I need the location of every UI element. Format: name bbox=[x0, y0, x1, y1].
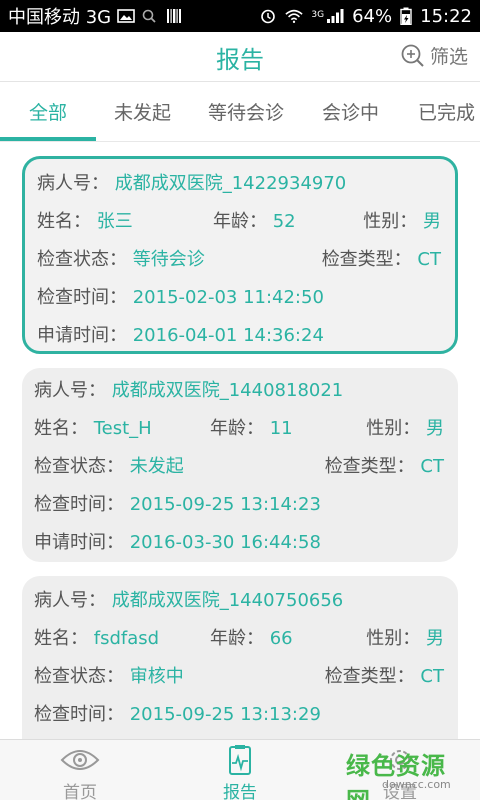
name-value: Test_H bbox=[93, 418, 152, 439]
tab-all[interactable]: 全部 bbox=[29, 98, 67, 125]
watermark-url: downcc.com bbox=[382, 778, 451, 791]
carrier-text: 中国移动 3G bbox=[8, 7, 112, 28]
age-value: 66 bbox=[269, 628, 293, 649]
check-status-label: 检查状态： bbox=[37, 249, 127, 270]
filter-label: 筛选 bbox=[429, 46, 468, 68]
name-label: 姓名： bbox=[37, 211, 91, 232]
network-type: 3G bbox=[311, 9, 325, 20]
patient-id-label: 病人号： bbox=[34, 380, 106, 401]
check-status-value: 等待会诊 bbox=[132, 249, 205, 270]
battery-percent: 64% bbox=[352, 5, 393, 27]
check-type-label: 检查类型： bbox=[324, 456, 415, 477]
check-type-value: CT bbox=[417, 249, 441, 270]
battery-charging-icon bbox=[400, 7, 412, 25]
tab-in-consult[interactable]: 会诊中 bbox=[322, 98, 379, 125]
patient-id-value: 成都成双医院_1440750656 bbox=[111, 590, 344, 611]
apply-time-label: 申请时间： bbox=[37, 325, 127, 346]
gender-label: 性别： bbox=[363, 211, 418, 232]
gender-label: 性别： bbox=[366, 418, 421, 439]
watermark: 绿色资源网 downcc.com bbox=[320, 742, 470, 800]
gender-value: 男 bbox=[426, 418, 444, 439]
gender-value: 男 bbox=[423, 211, 441, 232]
search-notification-icon bbox=[142, 9, 156, 23]
check-type-label: 检查类型： bbox=[324, 666, 415, 687]
patient-id-value: 成都成双医院_1422934970 bbox=[114, 173, 347, 194]
barcode-notification-icon bbox=[167, 9, 182, 23]
nav-home[interactable]: 首页 bbox=[0, 740, 160, 800]
filter-search-icon bbox=[401, 44, 424, 67]
patient-id-value: 成都成双医院_1440818021 bbox=[111, 380, 344, 401]
wifi-icon bbox=[285, 9, 304, 24]
check-time-value: 2015-02-03 11:42:50 bbox=[132, 287, 324, 308]
patient-id-label: 病人号： bbox=[34, 590, 106, 611]
check-status-label: 检查状态： bbox=[34, 666, 124, 687]
app-bar: 报告 筛选 bbox=[0, 32, 480, 82]
age-label: 年龄： bbox=[210, 628, 264, 649]
tab-not-initiated[interactable]: 未发起 bbox=[114, 98, 171, 125]
patient-id-label: 病人号： bbox=[37, 173, 109, 194]
name-value: fsdfasd bbox=[93, 628, 160, 649]
active-tab-indicator bbox=[0, 137, 96, 141]
eye-icon bbox=[60, 750, 100, 770]
check-time-value: 2015-09-25 13:14:23 bbox=[129, 494, 321, 515]
gender-value: 男 bbox=[426, 628, 444, 649]
age-label: 年龄： bbox=[210, 418, 264, 439]
filter-button[interactable]: 筛选 bbox=[400, 42, 468, 69]
age-value: 52 bbox=[272, 211, 296, 232]
alarm-clock-icon bbox=[261, 9, 276, 24]
nav-report[interactable]: 报告 bbox=[160, 740, 320, 800]
check-type-value: CT bbox=[420, 666, 444, 687]
signal-strength-icon bbox=[327, 9, 344, 23]
check-type-value: CT bbox=[420, 456, 444, 477]
report-card[interactable]: 病人号： 成都成双医院_1440818021 姓名： Test_H 年龄： 11… bbox=[22, 368, 458, 562]
check-time-label: 检查时间： bbox=[34, 704, 124, 725]
status-tabs: 全部 未发起 等待会诊 会诊中 已完成 bbox=[0, 82, 480, 142]
age-value: 11 bbox=[269, 418, 293, 439]
gender-label: 性别： bbox=[366, 628, 421, 649]
check-time-label: 检查时间： bbox=[37, 287, 127, 308]
report-card[interactable]: 病人号： 成都成双医院_1422934970 姓名： 张三 年龄： 52 性别：… bbox=[22, 156, 458, 354]
check-status-value: 审核中 bbox=[129, 666, 184, 687]
image-notification-icon bbox=[117, 9, 135, 23]
apply-time-value: 2016-03-30 16:44:58 bbox=[129, 532, 321, 553]
apply-time-label: 申请时间： bbox=[34, 532, 124, 553]
age-label: 年龄： bbox=[213, 211, 267, 232]
check-time-label: 检查时间： bbox=[34, 494, 124, 515]
apply-time-value: 2016-04-01 14:36:24 bbox=[132, 325, 324, 346]
report-card[interactable]: 病人号： 成都成双医院_1440750656 姓名： fsdfasd 年龄： 6… bbox=[22, 576, 458, 739]
clock-time: 15:22 bbox=[420, 5, 472, 27]
check-type-label: 检查类型： bbox=[321, 249, 412, 270]
name-label: 姓名： bbox=[34, 628, 88, 649]
status-bar: 中国移动 3G 3G 64% 15:22 bbox=[0, 0, 480, 32]
check-status-value: 未发起 bbox=[129, 456, 184, 477]
tab-waiting-consult[interactable]: 等待会诊 bbox=[208, 98, 284, 125]
check-time-value: 2015-09-25 13:13:29 bbox=[129, 704, 321, 725]
check-status-label: 检查状态： bbox=[34, 456, 124, 477]
tab-completed[interactable]: 已完成 bbox=[418, 98, 475, 125]
report-icon bbox=[229, 745, 251, 775]
nav-home-label: 首页 bbox=[63, 783, 97, 800]
report-list[interactable]: 病人号： 成都成双医院_1422934970 姓名： 张三 年龄： 52 性别：… bbox=[0, 142, 480, 739]
watermark-text: 绿色资源网 bbox=[346, 752, 446, 800]
nav-report-label: 报告 bbox=[223, 783, 257, 800]
name-label: 姓名： bbox=[34, 418, 88, 439]
name-value: 张三 bbox=[96, 211, 133, 232]
